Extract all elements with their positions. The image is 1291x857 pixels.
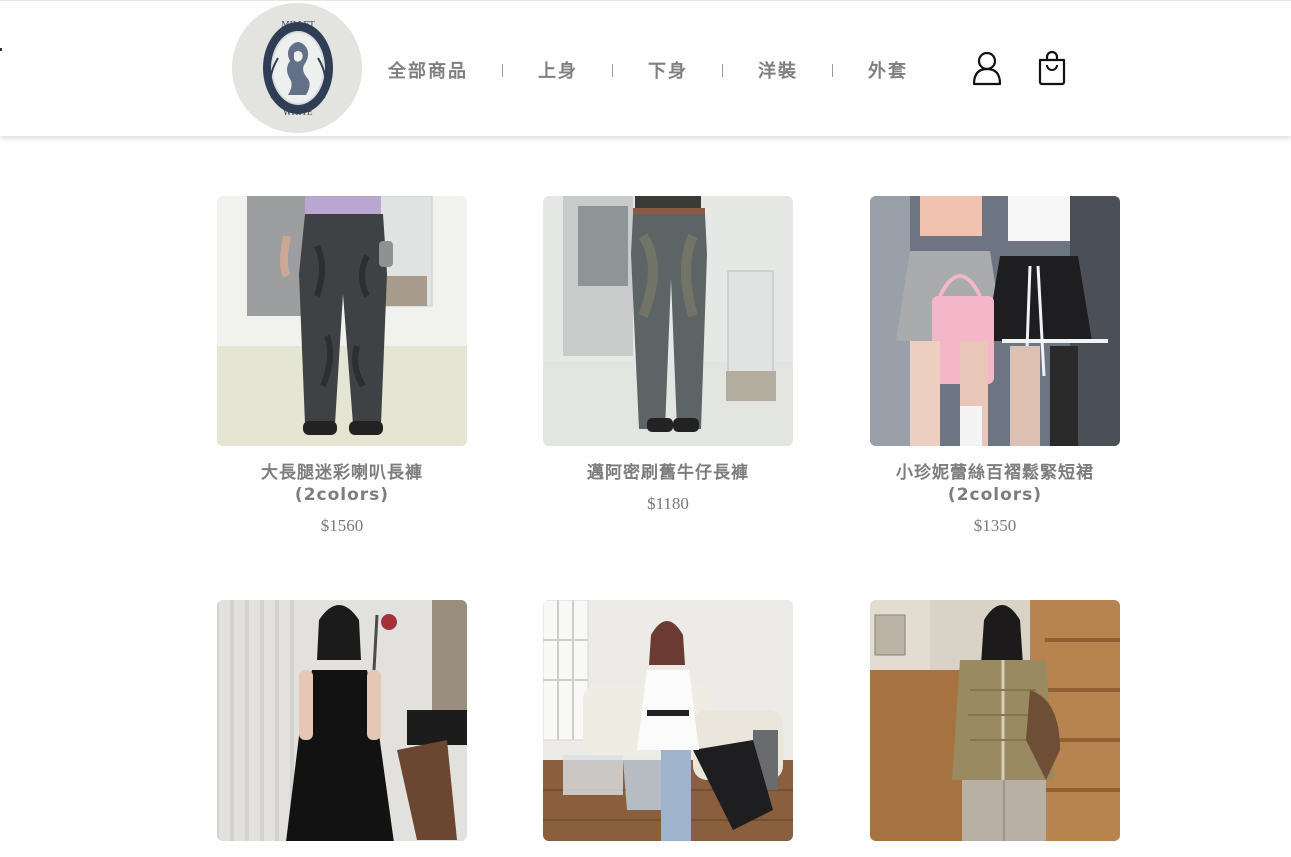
product-image[interactable] — [870, 600, 1120, 841]
brand-logo-image: MILLET WHITE — [232, 3, 362, 133]
nav-item-all-products[interactable]: 全部商品 — [388, 57, 468, 83]
nav-divider — [502, 63, 503, 77]
product-name[interactable]: 大長腿迷彩喇叭長褲(2colors) — [223, 462, 461, 506]
product-photo-washed-denim-jeans — [543, 196, 793, 446]
product-name[interactable]: 小珍妮蕾絲百褶鬆緊短裙(2colors) — [876, 462, 1114, 506]
nav-divider — [722, 63, 723, 77]
nav-item-outerwear[interactable]: 外套 — [868, 57, 908, 83]
product-image[interactable] — [543, 600, 793, 841]
product-photo-lace-pleated-skirt — [870, 196, 1120, 446]
product-card[interactable] — [217, 600, 467, 857]
product-image[interactable] — [870, 196, 1120, 446]
product-image[interactable] — [217, 600, 467, 841]
product-card[interactable]: 小珍妮蕾絲百褶鬆緊短裙(2colors) $1350 — [870, 196, 1120, 536]
product-photo-khaki-ruched-jacket — [870, 600, 1120, 841]
main-nav: 全部商品 上身 下身 洋裝 外套 — [388, 57, 908, 83]
nav-item-dresses[interactable]: 洋裝 — [758, 57, 798, 83]
product-price: $1180 — [647, 494, 689, 513]
svg-text:MILLET: MILLET — [281, 20, 315, 29]
nav-divider — [612, 63, 613, 77]
product-card[interactable] — [543, 600, 793, 857]
brand-logo[interactable]: MILLET WHITE — [232, 3, 362, 133]
product-photo-black-slip-dress — [217, 600, 467, 841]
svg-text:WHITE: WHITE — [283, 108, 313, 117]
user-icon[interactable] — [971, 50, 1003, 86]
product-price: $1350 — [973, 516, 1017, 535]
nav-item-tops[interactable]: 上身 — [538, 57, 578, 83]
product-photo-wide-leg-camo-pants — [217, 196, 467, 446]
product-image[interactable] — [543, 196, 793, 446]
shopping-bag-icon[interactable] — [1036, 50, 1068, 86]
product-card[interactable]: 大長腿迷彩喇叭長褲(2colors) $1560 — [217, 196, 467, 536]
product-photo-white-top-silver-bag — [543, 600, 793, 841]
site-header: MILLET WHITE 全部商品 上身 下身 洋裝 外套 — [0, 0, 1291, 136]
product-card[interactable]: 邁阿密刷舊牛仔長褲 $1180 — [543, 196, 793, 514]
product-price: $1560 — [320, 516, 364, 535]
product-name[interactable]: 邁阿密刷舊牛仔長褲 — [549, 462, 787, 484]
product-card[interactable] — [870, 600, 1120, 857]
edge-mark — [0, 48, 2, 51]
product-image[interactable] — [217, 196, 467, 446]
nav-item-bottoms[interactable]: 下身 — [648, 57, 688, 83]
nav-divider — [832, 63, 833, 77]
